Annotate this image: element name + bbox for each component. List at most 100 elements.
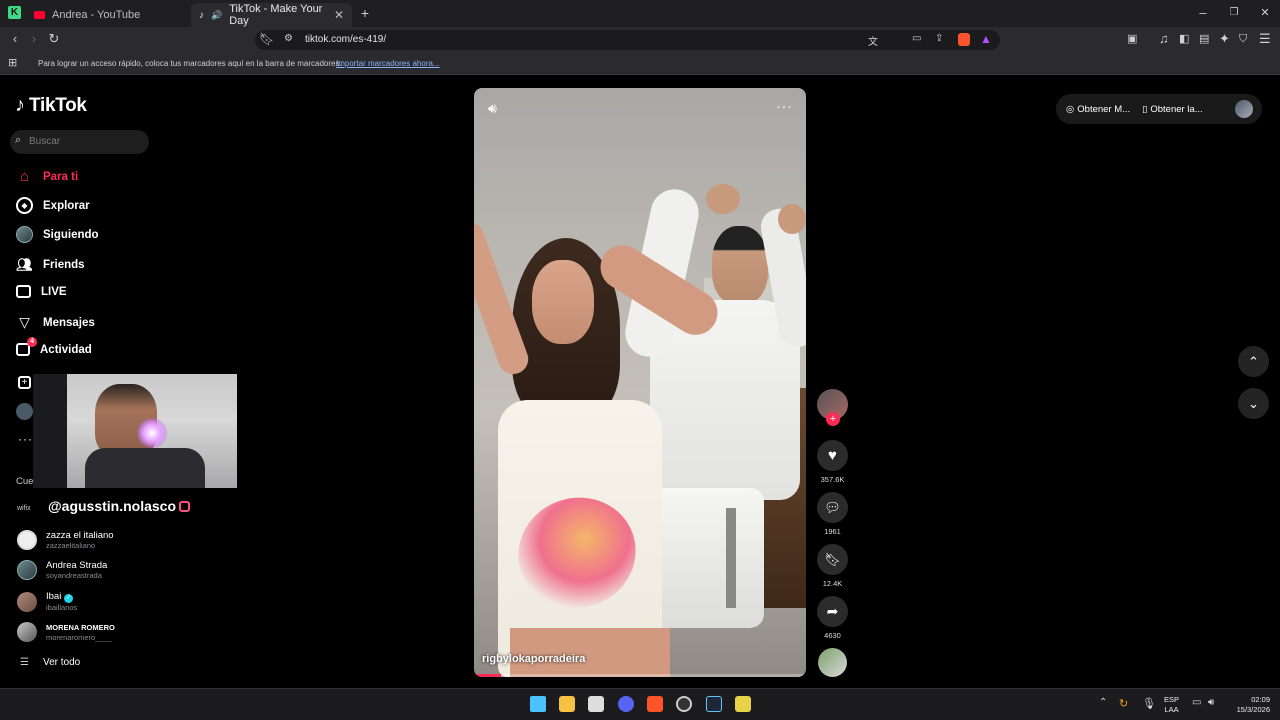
account-item[interactable]: zazza el italiano zazzaelitaliano bbox=[17, 530, 114, 550]
comment-button[interactable]: 💬︎ 1961 bbox=[817, 492, 848, 536]
youtube-icon bbox=[34, 11, 45, 19]
close-window-icon[interactable]: ✕ bbox=[1259, 6, 1271, 20]
account-username: morenaromero____ bbox=[46, 633, 112, 642]
sidebar-item-para-ti[interactable]: ⌂ Para ti bbox=[16, 168, 78, 185]
creator-avatar[interactable]: + bbox=[817, 389, 848, 426]
store-icon[interactable] bbox=[588, 696, 604, 712]
video-author[interactable]: rigbylokaporradeira bbox=[482, 653, 585, 665]
sidebar-item-explorar[interactable]: ◆ Explorar bbox=[16, 197, 90, 214]
url-text[interactable]: tiktok.com/es-419/ bbox=[305, 34, 386, 45]
translate-icon[interactable]: 文 bbox=[868, 33, 878, 48]
share-icon[interactable]: ⇪ bbox=[935, 33, 943, 44]
user-avatar[interactable] bbox=[1235, 100, 1253, 118]
account-username: ibaillanos bbox=[46, 603, 78, 612]
vpn-icon[interactable]: ⛉ bbox=[1239, 32, 1247, 46]
man-head bbox=[712, 226, 768, 304]
follow-icon[interactable]: + bbox=[826, 412, 840, 426]
sidebar-item-friends[interactable]: 👥︎ Friends bbox=[16, 256, 85, 273]
coin-icon: ◎ bbox=[1066, 103, 1075, 115]
language-code: ESP bbox=[1164, 695, 1180, 704]
mic-icon[interactable]: 🎙︎ bbox=[1142, 697, 1156, 710]
more-icon[interactable]: ··· bbox=[18, 432, 33, 446]
tab-youtube[interactable]: Andrea - YouTube bbox=[26, 3, 188, 27]
media-icon[interactable]: ♫ bbox=[1159, 32, 1169, 46]
share-button[interactable]: ➦ 4630 bbox=[817, 596, 848, 640]
new-tab-icon[interactable]: + bbox=[359, 6, 371, 20]
list-icon: ☰ bbox=[20, 657, 29, 668]
address-bar[interactable]: 🔖︎ ⚙ tiktok.com/es-419/ 文 ▭ ⇪ ▲ bbox=[255, 30, 1000, 50]
wifi-icon[interactable]: ↻ bbox=[1119, 697, 1128, 710]
start-icon[interactable] bbox=[530, 696, 546, 712]
language-indicator[interactable]: ESP LAA bbox=[1164, 695, 1179, 715]
get-coins-button[interactable]: ◎ Obtener M... bbox=[1066, 104, 1130, 115]
steam-icon[interactable] bbox=[706, 696, 722, 712]
leo-ai-icon[interactable]: ✦ bbox=[1219, 32, 1230, 46]
volume-icon[interactable]: 🔊︎ bbox=[488, 100, 497, 117]
speaker-icon[interactable]: 🔊 bbox=[211, 10, 222, 21]
bookmark-icon[interactable]: 🔖︎ bbox=[259, 32, 274, 46]
more-options-icon[interactable]: ··· bbox=[776, 98, 793, 114]
sidebar-item-siguiendo[interactable]: Siguiendo bbox=[16, 226, 99, 243]
sidebar-icon[interactable]: ◧ bbox=[1179, 32, 1189, 46]
tray-chevron-icon[interactable]: ⌃ bbox=[1099, 697, 1107, 708]
brave-shield-icon[interactable] bbox=[958, 33, 970, 46]
back-icon[interactable]: ‹ bbox=[8, 32, 22, 46]
bookmark-icon: 🔖︎ bbox=[817, 544, 848, 575]
obs-icon[interactable] bbox=[676, 696, 692, 712]
file-explorer-icon[interactable] bbox=[559, 696, 575, 712]
account-item[interactable]: Ibai ✓ ibaillanos bbox=[17, 591, 77, 612]
search-box[interactable]: ⌕ Buscar bbox=[10, 130, 149, 154]
account-item[interactable]: MORENA ROMERO morenaromero____ bbox=[17, 622, 115, 642]
minimize-icon[interactable]: – bbox=[1197, 6, 1209, 20]
search-input[interactable]: Buscar bbox=[29, 136, 60, 147]
sidebar-item-live[interactable]: LIVE bbox=[16, 285, 67, 298]
scroll-down-button[interactable]: ⌄ bbox=[1238, 388, 1269, 419]
app-icon[interactable] bbox=[735, 696, 751, 712]
volume-tray-icon[interactable]: 🔊︎ bbox=[1208, 697, 1214, 708]
progress-bar[interactable] bbox=[474, 674, 806, 677]
rewards-icon[interactable]: ▲ bbox=[980, 32, 992, 46]
site-info-icon[interactable]: ⚙ bbox=[284, 33, 293, 44]
video-player[interactable]: 🔊︎ ··· rigbylokaporradeira bbox=[474, 88, 806, 677]
wallet-icon[interactable]: ▤ bbox=[1199, 32, 1209, 46]
clock-date: 15/3/2026 bbox=[1236, 705, 1270, 714]
brave-icon[interactable] bbox=[647, 696, 663, 712]
save-button[interactable]: 🔖︎ 12.4K bbox=[817, 544, 848, 588]
get-app-button[interactable]: ▯ Obtener la... bbox=[1142, 104, 1203, 115]
tiktok-logo[interactable]: ♪ TikTok bbox=[15, 94, 87, 117]
woman-face bbox=[532, 260, 594, 344]
discord-icon[interactable] bbox=[618, 696, 634, 712]
account-name: MORENA ROMERO bbox=[46, 623, 115, 632]
see-all-link[interactable]: ☰ Ver todo bbox=[20, 657, 80, 668]
import-bookmarks-link[interactable]: Importar marcadores ahora... bbox=[336, 59, 440, 68]
clock[interactable]: 02:09 15/3/2026 bbox=[1226, 695, 1270, 715]
scroll-up-button[interactable]: ⌃ bbox=[1238, 346, 1269, 377]
account-item[interactable]: Andrea Strada soyandreastrada bbox=[17, 560, 107, 580]
tab-search-icon[interactable]: ▣ bbox=[1127, 32, 1137, 46]
avatar bbox=[16, 226, 33, 243]
forward-icon[interactable]: › bbox=[27, 32, 41, 46]
sidebar-item-label: Actividad bbox=[40, 343, 92, 356]
clock-time: 02:09 bbox=[1251, 695, 1270, 704]
tab-tiktok[interactable]: ♪ 🔊 TikTok - Make Your Day ✕ bbox=[191, 3, 352, 27]
sidebar-item-label: Friends bbox=[43, 258, 85, 271]
sidebar-item-mensajes[interactable]: ▽ Mensajes bbox=[16, 314, 95, 331]
sidebar-item-label: LIVE bbox=[41, 285, 67, 298]
apps-grid-icon[interactable]: ⊞ bbox=[8, 56, 17, 69]
upload-icon[interactable]: + bbox=[18, 376, 31, 389]
live-icon bbox=[16, 285, 31, 298]
send-icon: ▽ bbox=[19, 314, 30, 330]
cast-icon[interactable]: ▭ bbox=[912, 33, 921, 44]
profile-avatar[interactable] bbox=[16, 403, 33, 420]
sidebar-item-actividad[interactable]: 4 Actividad bbox=[16, 337, 92, 356]
browser-logo-icon[interactable]: K bbox=[8, 6, 21, 19]
reload-icon[interactable]: ↻ bbox=[47, 32, 61, 46]
network-icon[interactable]: ▭ bbox=[1192, 697, 1201, 708]
like-button[interactable]: ♥ 357.6K bbox=[817, 440, 848, 484]
keyboard-layout: LAA bbox=[1164, 705, 1179, 714]
close-tab-icon[interactable]: ✕ bbox=[334, 8, 344, 22]
music-disc[interactable] bbox=[818, 648, 847, 677]
tab-title: TikTok - Make Your Day bbox=[229, 3, 323, 27]
menu-icon[interactable]: ☰ bbox=[1259, 32, 1271, 46]
restore-icon[interactable]: ❐ bbox=[1228, 6, 1240, 20]
